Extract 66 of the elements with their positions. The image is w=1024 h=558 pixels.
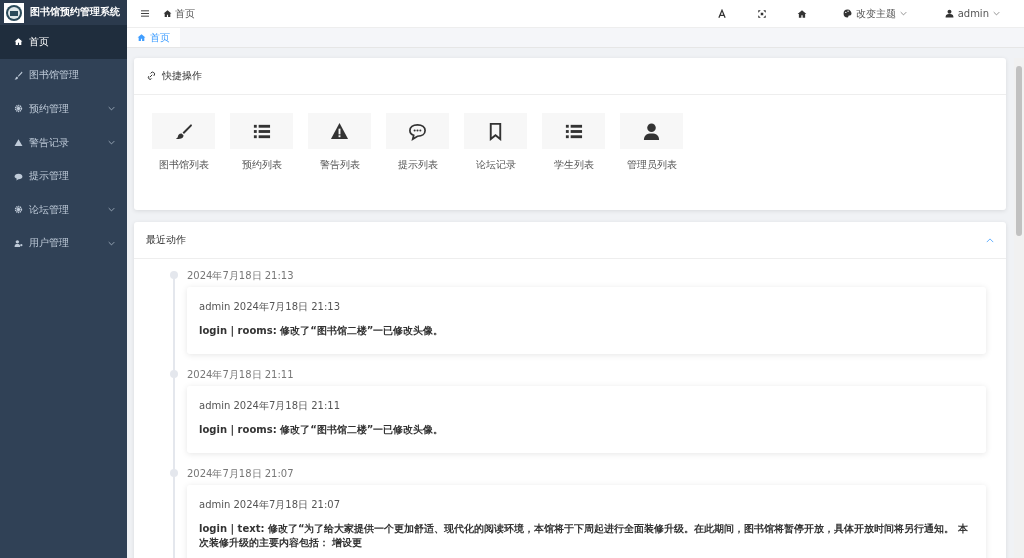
home-icon	[163, 9, 172, 18]
shortcut-label: 学生列表	[553, 158, 594, 172]
chevron-icon	[108, 240, 115, 246]
user-icon	[642, 121, 661, 141]
activity-meta: admin 2024年7月18日 21:07	[199, 498, 342, 512]
activity-meta: admin 2024年7月18日 21:11	[199, 399, 342, 413]
sidebar-item[interactable]: 警告记录	[0, 125, 127, 160]
shortcut-button[interactable]	[620, 113, 683, 149]
activity-text: login | rooms: 修改了“图书馆二楼”一已修改头像。	[199, 423, 445, 437]
chevron-icon	[899, 11, 907, 16]
user-icon	[14, 238, 23, 248]
logo-icon	[4, 2, 24, 23]
gear-icon	[14, 104, 23, 114]
warning-icon	[330, 121, 349, 141]
chat-icon	[14, 171, 23, 181]
user-menu[interactable]: admin	[944, 8, 1000, 19]
home-icon	[137, 33, 146, 42]
shortcut-button[interactable]	[542, 113, 605, 149]
palette-icon	[842, 9, 852, 18]
gear-icon	[14, 205, 23, 215]
brush-icon	[14, 70, 23, 80]
activity-text: login | rooms: 修改了“图书馆二楼”一已修改头像。	[199, 324, 445, 338]
warning-icon	[14, 138, 23, 148]
sidebar-item[interactable]: 论坛管理	[0, 192, 127, 227]
shortcut-button[interactable]	[386, 113, 449, 149]
card-title: 快捷操作	[162, 69, 202, 83]
sidebar-item[interactable]: 首页	[0, 25, 127, 59]
chevron-icon	[108, 140, 115, 146]
chevron-icon	[108, 207, 115, 213]
shortcut-button[interactable]	[464, 113, 527, 149]
user-icon	[944, 9, 954, 18]
breadcrumb[interactable]: 首页	[175, 6, 195, 21]
activity-text: login | text: 修改了“为了给大家提供一个更加舒适、现代化的阅读环境，本馆将于下周起进行全面装修升级。在此期间，图书馆将暂停开放，具体开放时间将另行通知。 本次装修升级的主要内容包括： 增设更	[199, 522, 969, 550]
font-size-icon[interactable]	[716, 8, 727, 19]
timestamp: 2024年7月18日 21:13	[187, 269, 295, 283]
timeline-dot	[170, 469, 178, 477]
sidebar-item[interactable]: 用户管理	[0, 226, 127, 261]
sidebar-item[interactable]: 图书馆管理	[0, 58, 127, 93]
chat-icon	[408, 121, 427, 141]
timeline-dot	[170, 271, 178, 279]
chevron-icon	[993, 11, 1000, 16]
shortcut-label: 图书馆列表	[158, 158, 209, 172]
shortcut-label: 提示列表	[397, 158, 438, 172]
timestamp: 2024年7月18日 21:07	[187, 467, 295, 481]
brush-icon	[174, 121, 193, 141]
chevron-icon	[108, 106, 115, 112]
app-title: 图书馆预约管理系统	[30, 6, 120, 19]
menu-icon[interactable]	[141, 10, 149, 17]
link-icon	[146, 71, 156, 81]
timestamp: 2024年7月18日 21:11	[187, 368, 295, 382]
theme-menu[interactable]: 改变主题	[842, 6, 907, 21]
card-title: 最近动作	[146, 233, 186, 247]
timeline-dot	[170, 370, 178, 378]
shortcut-label: 论坛记录	[475, 158, 516, 172]
shortcut-button[interactable]	[230, 113, 293, 149]
sidebar-item[interactable]: 预约管理	[0, 92, 127, 126]
home-icon	[14, 37, 23, 47]
shortcut-label: 警告列表	[319, 158, 360, 172]
sidebar-item[interactable]: 提示管理	[0, 159, 127, 193]
shortcut-label: 管理员列表	[626, 158, 677, 172]
shortcut-button[interactable]	[308, 113, 371, 149]
shortcut-label: 预约列表	[241, 158, 282, 172]
fullscreen-icon[interactable]	[756, 8, 767, 19]
scrollbar-thumb[interactable]	[1016, 66, 1022, 236]
activity-meta: admin 2024年7月18日 21:13	[199, 300, 342, 314]
home-icon[interactable]	[796, 8, 807, 19]
